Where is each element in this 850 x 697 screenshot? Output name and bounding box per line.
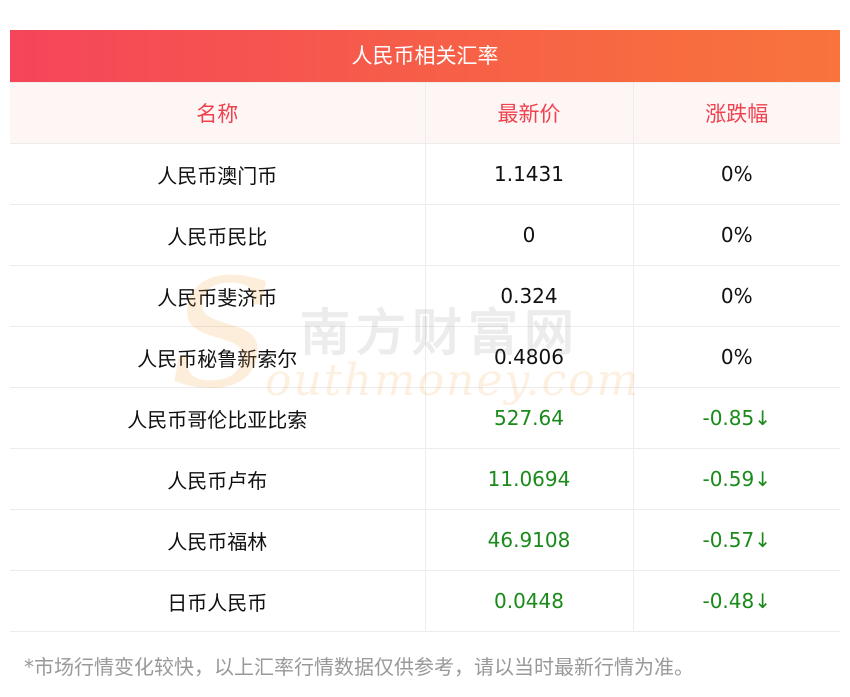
exchange-rate-table: 名称 最新价 涨跌幅 人民币澳门币 1.1431 0% 人民币民比 0 0% 人… [10,82,840,632]
table-row: 人民币福林 46.9108 -0.57↓ [10,509,840,571]
table-row: 人民币澳门币 1.1431 0% [10,143,840,205]
currency-name: 人民币民比 [10,204,426,266]
change-percent: -0.85↓ [632,387,840,449]
table-row: 人民币哥伦比亚比索 527.64 -0.85↓ [10,387,840,449]
latest-price: 1.1431 [424,143,634,205]
latest-price: 0.4806 [424,326,634,388]
currency-name: 人民币秘鲁新索尔 [10,326,426,388]
latest-price: 0.324 [424,265,634,327]
currency-name: 日币人民币 [10,570,426,632]
column-header-name: 名称 [10,82,426,144]
column-header-change: 涨跌幅 [632,82,840,144]
latest-price: 46.9108 [424,509,634,571]
change-percent: 0% [632,204,840,266]
currency-name: 人民币卢布 [10,448,426,510]
table-row: 人民币斐济币 0.324 0% [10,265,840,327]
change-percent: 0% [632,265,840,327]
currency-name: 人民币澳门币 [10,143,426,205]
latest-price: 0 [424,204,634,266]
change-percent: -0.48↓ [632,570,840,632]
currency-name: 人民币福林 [10,509,426,571]
change-percent: 0% [632,143,840,205]
table-row: 人民币民比 0 0% [10,204,840,266]
header-row: 名称 最新价 涨跌幅 [10,82,840,144]
change-percent: -0.59↓ [632,448,840,510]
latest-price: 11.0694 [424,448,634,510]
exchange-rate-card: 人民币相关汇率 名称 最新价 涨跌幅 人民币澳门币 1.1431 0% 人民币民… [10,30,840,632]
latest-price: 527.64 [424,387,634,449]
table-title: 人民币相关汇率 [10,30,840,82]
disclaimer-footnote: *市场行情变化较快，以上汇率行情数据仅供参考，请以当时最新行情为准。 [24,655,694,679]
column-header-price: 最新价 [424,82,634,144]
table-row: 人民币秘鲁新索尔 0.4806 0% [10,326,840,388]
change-percent: 0% [632,326,840,388]
change-percent: -0.57↓ [632,509,840,571]
currency-name: 人民币斐济币 [10,265,426,327]
table-row: 人民币卢布 11.0694 -0.59↓ [10,448,840,510]
latest-price: 0.0448 [424,570,634,632]
currency-name: 人民币哥伦比亚比索 [10,387,426,449]
table-body: 人民币澳门币 1.1431 0% 人民币民比 0 0% 人民币斐济币 0.324… [10,143,840,632]
table-row: 日币人民币 0.0448 -0.48↓ [10,570,840,632]
